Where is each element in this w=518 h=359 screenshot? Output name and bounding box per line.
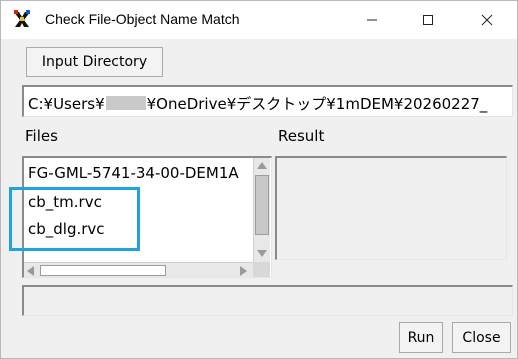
maximize-button[interactable] bbox=[405, 1, 451, 39]
maximize-icon bbox=[423, 15, 433, 25]
status-field bbox=[22, 285, 513, 316]
title-bar[interactable]: Check File-Object Name Match bbox=[1, 1, 517, 39]
minimize-icon bbox=[367, 19, 377, 21]
redacted-username bbox=[105, 96, 146, 110]
files-vertical-scrollbar[interactable] bbox=[253, 158, 270, 262]
path-suffix: ¥OneDrive¥デスクトップ¥1mDEM¥20260227_ bbox=[146, 95, 488, 113]
directory-path-field[interactable]: C:¥Users¥ ¥OneDrive¥デスクトップ¥1mDEM¥20260227… bbox=[22, 85, 513, 117]
file-list-item[interactable]: FG-GML-5741-34-00-DEM1A bbox=[28, 164, 239, 182]
minimize-button[interactable] bbox=[349, 1, 395, 39]
files-label: Files bbox=[25, 127, 58, 145]
scrollbar-corner bbox=[253, 262, 270, 277]
vertical-scroll-thumb[interactable] bbox=[255, 175, 269, 235]
window-close-button[interactable] bbox=[464, 1, 510, 39]
horizontal-scroll-thumb[interactable] bbox=[40, 265, 166, 276]
directory-path-text: C:¥Users¥ ¥OneDrive¥デスクトップ¥1mDEM¥20260227… bbox=[28, 93, 487, 114]
check-name-match-window: Check File-Object Name Match Input Direc… bbox=[0, 0, 518, 359]
file-list-item[interactable]: cb_dlg.rvc bbox=[28, 220, 105, 238]
scroll-left-arrow-icon[interactable] bbox=[27, 266, 34, 276]
files-horizontal-scrollbar[interactable] bbox=[24, 262, 253, 277]
close-icon bbox=[481, 14, 493, 26]
scroll-down-arrow-icon[interactable] bbox=[257, 250, 267, 257]
scroll-up-arrow-icon[interactable] bbox=[257, 162, 267, 169]
window-title: Check File-Object Name Match bbox=[45, 11, 240, 27]
result-panel bbox=[275, 156, 507, 260]
path-prefix: C:¥Users¥ bbox=[28, 95, 105, 113]
files-list[interactable]: FG-GML-5741-34-00-DEM1A cb_tm.rvc cb_dlg… bbox=[22, 156, 272, 278]
app-icon bbox=[14, 10, 30, 27]
close-button[interactable]: Close bbox=[452, 322, 511, 353]
file-list-item[interactable]: cb_tm.rvc bbox=[28, 193, 102, 211]
input-directory-button[interactable]: Input Directory bbox=[26, 47, 163, 77]
scroll-right-arrow-icon[interactable] bbox=[240, 266, 247, 276]
result-label: Result bbox=[278, 127, 325, 145]
run-button[interactable]: Run bbox=[399, 322, 443, 353]
